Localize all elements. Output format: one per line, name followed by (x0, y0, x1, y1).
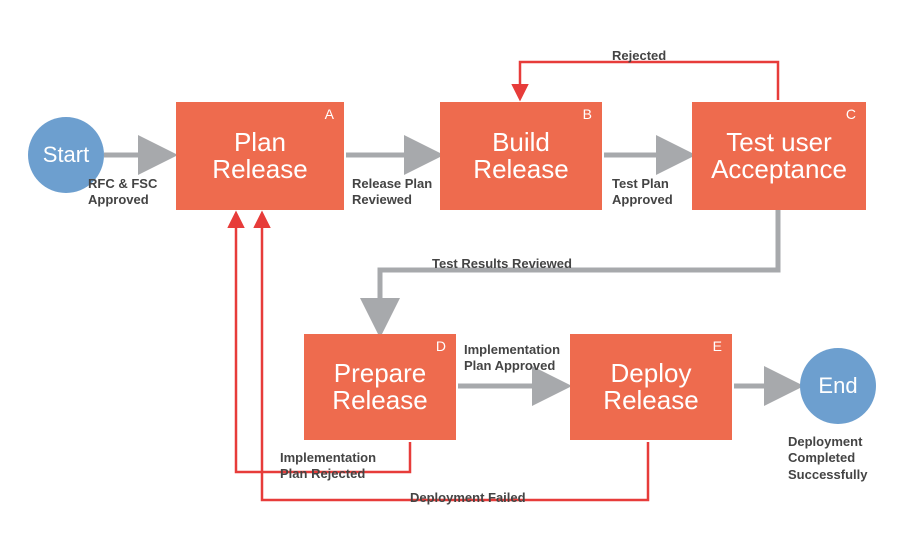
box-c-test-user-acceptance: C Test user Acceptance (692, 102, 866, 210)
box-e-tag: E (713, 338, 722, 354)
box-b-title-1: Build (492, 127, 550, 157)
label-rejected: Rejected (612, 48, 666, 64)
box-b-title-2: Release (473, 154, 568, 184)
box-d-tag: D (436, 338, 446, 354)
box-a-title-2: Release (212, 154, 307, 184)
box-e-title-2: Release (603, 385, 698, 415)
box-c-title-1: Test user (726, 127, 832, 157)
box-c-tag: C (846, 106, 856, 122)
label-b-to-c: Test PlanApproved (612, 176, 673, 209)
label-impl-plan-rejected: ImplementationPlan Rejected (280, 450, 376, 483)
label-deployment-failed: Deployment Failed (410, 490, 526, 506)
box-d-title-2: Release (332, 385, 427, 415)
box-d-prepare-release: D Prepare Release (304, 334, 456, 440)
box-b-tag: B (583, 106, 592, 122)
label-a-to-b: Release PlanReviewed (352, 176, 432, 209)
start-label: Start (43, 142, 89, 168)
box-a-plan-release: A Plan Release (176, 102, 344, 210)
end-label: End (818, 373, 857, 399)
box-a-tag: A (325, 106, 334, 122)
label-test-results-reviewed: Test Results Reviewed (432, 256, 572, 272)
box-c-title-2: Acceptance (711, 154, 847, 184)
label-start-to-a: RFC & FSCApproved (88, 176, 157, 209)
end-node: End (800, 348, 876, 424)
box-b-build-release: B Build Release (440, 102, 602, 210)
label-deployment-success: Deployment Completed Successfully (788, 434, 868, 483)
box-e-title-1: Deploy (611, 358, 692, 388)
box-e-deploy-release: E Deploy Release (570, 334, 732, 440)
box-d-title-1: Prepare (334, 358, 427, 388)
box-a-title-1: Plan (234, 127, 286, 157)
label-d-to-e: ImplementationPlan Approved (464, 342, 560, 375)
